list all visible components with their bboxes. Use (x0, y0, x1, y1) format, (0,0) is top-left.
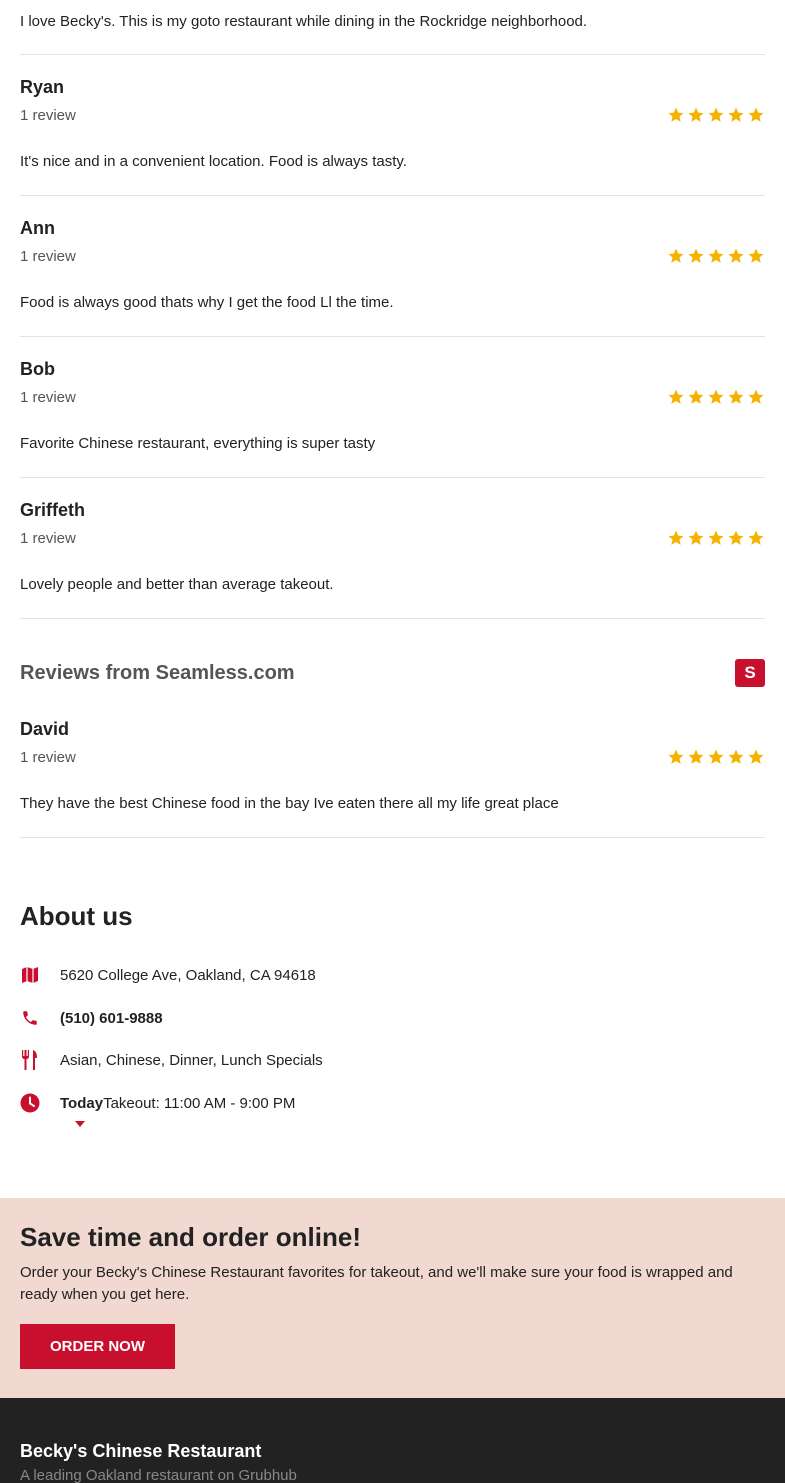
star-icon (728, 107, 744, 122)
star-icon (668, 248, 684, 263)
review-text: Favorite Chinese restaurant, everything … (20, 435, 376, 452)
review-count: 1 review (20, 749, 76, 766)
divider (20, 195, 765, 196)
star-icon (748, 389, 764, 404)
star-rating (667, 106, 765, 124)
clock-icon (20, 1093, 40, 1113)
star-icon (748, 107, 764, 122)
review-text: I love Becky's. This is my goto restaura… (20, 13, 588, 30)
review-text: Food is always good thats why I get the … (20, 294, 394, 311)
star-icon (708, 749, 724, 764)
seamless-logo-letter: S (744, 663, 756, 682)
reviewer-name[interactable]: David (20, 719, 69, 740)
seamless-logo-icon: S (735, 659, 765, 687)
star-icon (728, 749, 744, 764)
star-icon (728, 530, 744, 545)
about-heading: About us (20, 901, 133, 931)
seamless-reviews-heading: Reviews from Seamless.com (20, 662, 295, 684)
star-icon (748, 248, 764, 263)
star-rating (667, 388, 765, 406)
divider (20, 54, 765, 55)
promo-text: Order your Becky's Chinese Restaurant fa… (20, 1264, 733, 1303)
review-count: 1 review (20, 389, 76, 406)
star-icon (688, 530, 704, 545)
divider (20, 477, 765, 478)
phone-icon (20, 1008, 40, 1028)
star-icon (708, 530, 724, 545)
address-row: 5620 College Ave, Oakland, CA 94618 (20, 963, 316, 987)
star-icon (688, 248, 704, 263)
footer-restaurant-name[interactable]: Becky's Chinese Restaurant (20, 1441, 261, 1462)
review-text: They have the best Chinese food in the b… (20, 795, 559, 812)
star-icon (668, 389, 684, 404)
order-now-button[interactable]: ORDER NOW (20, 1324, 175, 1369)
divider (20, 618, 765, 619)
review-text: It's nice and in a convenient location. … (20, 153, 407, 170)
star-rating (667, 247, 765, 265)
star-icon (748, 530, 764, 545)
review-count: 1 review (20, 107, 76, 124)
review-count: 1 review (20, 530, 76, 547)
review-count: 1 review (20, 248, 76, 265)
star-icon (688, 107, 704, 122)
map-icon (20, 965, 40, 985)
review-text: Lovely people and better than average ta… (20, 576, 334, 593)
utensils-icon (20, 1050, 40, 1070)
caret-down-icon[interactable] (75, 1121, 85, 1127)
star-icon (748, 749, 764, 764)
phone-link[interactable]: (510) 601-9888 (60, 1010, 163, 1027)
divider (20, 837, 765, 838)
promo-title: Save time and order online! (20, 1222, 361, 1252)
star-icon (668, 530, 684, 545)
star-rating (667, 529, 765, 547)
reviewer-name[interactable]: Bob (20, 359, 55, 380)
cuisines-row: Asian, Chinese, Dinner, Lunch Specials (20, 1048, 323, 1072)
hours-row: Today Takeout: 11:00 AM - 9:00 PM (20, 1091, 295, 1115)
star-icon (708, 107, 724, 122)
reviewer-name[interactable]: Ryan (20, 77, 64, 98)
footer-tagline: A leading Oakland restaurant on Grubhub (20, 1467, 297, 1483)
star-icon (708, 389, 724, 404)
reviewer-name[interactable]: Griffeth (20, 500, 85, 521)
phone-row: (510) 601-9888 (20, 1006, 163, 1030)
star-icon (728, 389, 744, 404)
star-icon (708, 248, 724, 263)
cuisines-text: Asian, Chinese, Dinner, Lunch Specials (60, 1051, 323, 1069)
star-icon (688, 389, 704, 404)
hours-day-label: Today (60, 1094, 104, 1112)
order-online-banner: Save time and order online! Order your B… (0, 1198, 785, 1398)
divider (20, 336, 765, 337)
reviewer-name[interactable]: Ann (20, 218, 55, 239)
star-icon (688, 749, 704, 764)
star-rating (667, 748, 765, 766)
star-icon (668, 107, 684, 122)
star-icon (728, 248, 744, 263)
footer: Becky's Chinese Restaurant A leading Oak… (0, 1398, 785, 1483)
star-icon (668, 749, 684, 764)
hours-text: Takeout: 11:00 AM - 9:00 PM (103, 1094, 296, 1112)
address-text[interactable]: 5620 College Ave, Oakland, CA 94618 (60, 967, 316, 984)
